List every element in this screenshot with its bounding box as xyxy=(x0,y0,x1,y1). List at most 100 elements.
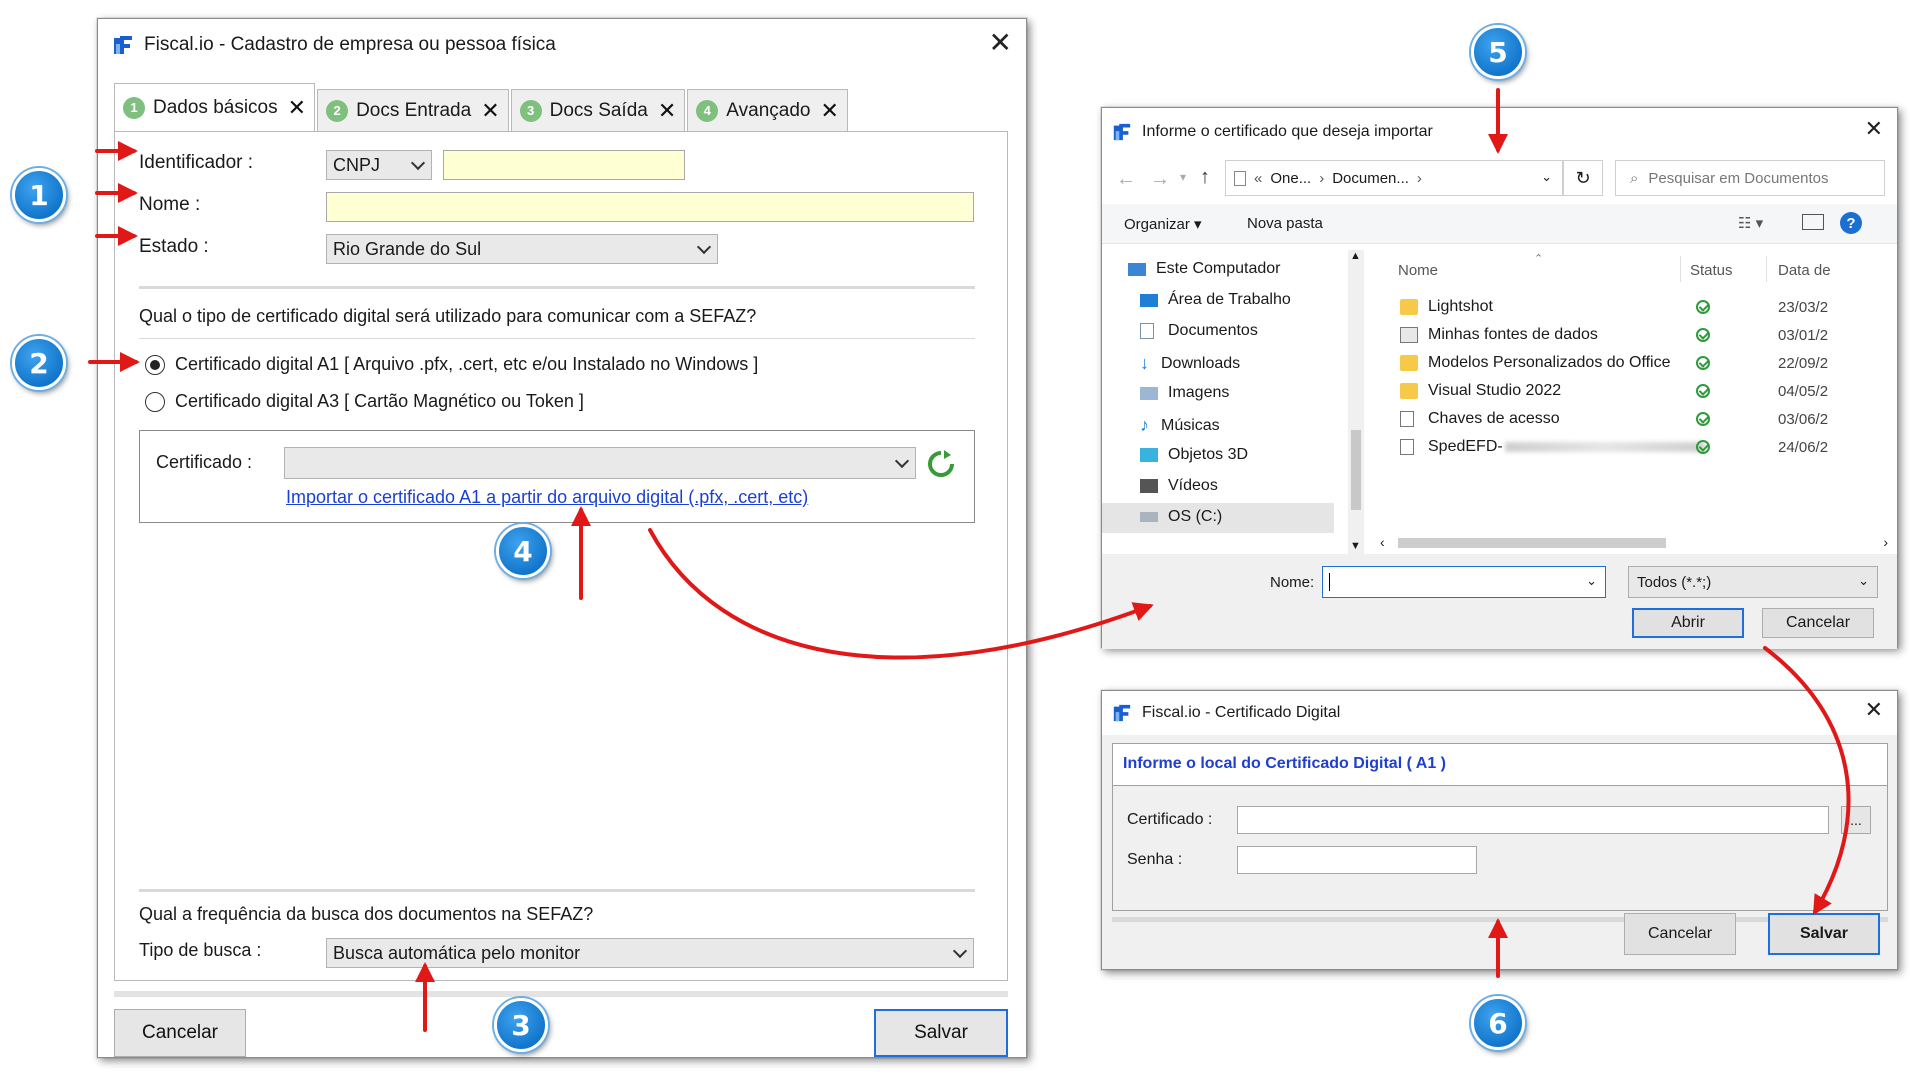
file-row[interactable]: Lightshot 23/03/2 xyxy=(1400,298,1894,316)
path-segment[interactable]: One... xyxy=(1270,170,1311,187)
nav-item-area-de-trabalho[interactable]: Área de Trabalho xyxy=(1140,291,1291,309)
tab-dados-basicos[interactable]: 1 Dados básicos ✕ xyxy=(114,83,316,131)
tab-avancado[interactable]: 4 Avançado ✕ xyxy=(687,89,848,131)
computer-icon xyxy=(1128,262,1146,276)
main-window-title: Fiscal.io - Cadastro de empresa ou pesso… xyxy=(144,34,556,55)
new-folder-button[interactable]: Nova pasta xyxy=(1247,215,1323,232)
estado-select[interactable]: Rio Grande do Sul xyxy=(326,234,718,264)
tab-close-icon[interactable]: ✕ xyxy=(820,98,838,124)
view-options-icon[interactable]: ☷ ▾ xyxy=(1738,214,1763,232)
nav-item-musicas[interactable]: ♪ Músicas xyxy=(1140,415,1220,436)
file-row[interactable]: Minhas fontes de dados 03/01/2 xyxy=(1400,326,1894,344)
preview-pane-icon[interactable] xyxy=(1802,214,1824,230)
browse-button[interactable]: ... xyxy=(1841,806,1871,834)
refresh-icon[interactable] xyxy=(926,449,956,484)
file-row[interactable]: Visual Studio 2022 04/05/2 xyxy=(1400,382,1894,400)
close-icon[interactable]: ✕ xyxy=(989,29,1012,57)
nav-scrollbar[interactable]: ▲ ▼ xyxy=(1348,250,1364,556)
column-header-date[interactable]: Data de xyxy=(1778,262,1831,279)
tab-label: Docs Saída xyxy=(549,99,648,121)
close-icon[interactable]: ✕ xyxy=(1865,118,1883,140)
path-segment: « xyxy=(1254,169,1263,187)
file-row[interactable]: Chaves de acesso 03/06/2 xyxy=(1400,410,1894,428)
identificador-input[interactable] xyxy=(443,150,685,180)
chevron-down-icon[interactable]: ⌄ xyxy=(1541,169,1552,185)
filename-input[interactable]: ⌄ xyxy=(1322,566,1606,598)
search-input[interactable]: ⌕ Pesquisar em Documentos xyxy=(1615,160,1885,196)
nav-item-objetos-3d[interactable]: Objetos 3D xyxy=(1140,446,1248,464)
step-badge-3: 3 xyxy=(494,998,548,1052)
close-icon[interactable]: ✕ xyxy=(1865,699,1883,721)
cert-form-panel: Informe o local do Certificado Digital (… xyxy=(1112,743,1888,911)
tab-docs-entrada[interactable]: 2 Docs Entrada ✕ xyxy=(317,89,509,131)
cert-heading: Informe o local do Certificado Digital (… xyxy=(1123,755,1446,772)
file-row[interactable]: Modelos Personalizados do Office 22/09/2 xyxy=(1400,354,1894,372)
downloads-icon: ↓ xyxy=(1140,353,1149,373)
file-name: Minhas fontes de dados xyxy=(1428,326,1598,343)
step-badge-1: 1 xyxy=(12,168,66,222)
nav-item-os-c[interactable]: OS (C:) xyxy=(1140,508,1222,526)
scroll-up-icon[interactable]: ▲ xyxy=(1350,250,1361,262)
scroll-down-icon[interactable]: ▼ xyxy=(1350,540,1361,552)
forward-arrow-icon[interactable]: → xyxy=(1150,168,1170,191)
radio-a3[interactable] xyxy=(145,392,165,412)
help-icon[interactable]: ? xyxy=(1840,212,1862,234)
cancel-button[interactable]: Cancelar xyxy=(1624,913,1736,955)
back-arrow-icon[interactable]: ← xyxy=(1116,168,1136,191)
nav-item-este-computador[interactable]: Este Computador xyxy=(1128,260,1281,278)
tab-docs-saida[interactable]: 3 Docs Saída ✕ xyxy=(510,89,686,131)
address-bar[interactable]: « One... › Documen... › ⌄ xyxy=(1225,160,1563,196)
up-arrow-icon[interactable]: ↑ xyxy=(1200,166,1210,189)
path-segment[interactable]: Documen... xyxy=(1332,170,1409,187)
cert-dialog-title: Fiscal.io - Certificado Digital xyxy=(1142,704,1341,721)
objects3d-icon xyxy=(1140,448,1158,462)
tipo-busca-value: Busca automática pelo monitor xyxy=(333,942,581,963)
nav-item-imagens[interactable]: Imagens xyxy=(1140,384,1229,402)
nav-item-documentos[interactable]: Documentos xyxy=(1140,322,1258,340)
document-icon xyxy=(1234,170,1246,186)
nav-item-downloads[interactable]: ↓ Downloads xyxy=(1140,353,1240,374)
identificador-type-select[interactable]: CNPJ xyxy=(326,150,432,180)
save-button[interactable]: Salvar xyxy=(1768,913,1880,955)
save-button[interactable]: Salvar xyxy=(874,1009,1008,1057)
scroll-left-icon[interactable]: ‹ xyxy=(1380,534,1385,550)
senha-input[interactable] xyxy=(1237,846,1477,874)
scrollbar-thumb[interactable] xyxy=(1398,538,1666,548)
scrollbar-thumb[interactable] xyxy=(1351,430,1361,510)
refresh-icon[interactable]: ↻ xyxy=(1563,160,1603,196)
nav-item-label: OS (C:) xyxy=(1168,508,1223,525)
recent-chevron-icon[interactable]: ▾ xyxy=(1180,170,1186,184)
open-button[interactable]: Abrir xyxy=(1632,608,1744,638)
tab-close-icon[interactable]: ✕ xyxy=(288,95,306,121)
radio-a1[interactable] xyxy=(145,355,165,375)
chevron-down-icon[interactable]: ⌄ xyxy=(1586,573,1597,589)
column-divider xyxy=(1766,256,1767,282)
nav-item-videos[interactable]: Vídeos xyxy=(1140,477,1218,495)
sync-ok-icon xyxy=(1696,440,1710,454)
tab-close-icon[interactable]: ✕ xyxy=(481,98,499,124)
step-badge-6: 6 xyxy=(1471,996,1525,1050)
cancel-button[interactable]: Cancelar xyxy=(1762,608,1874,638)
tab-close-icon[interactable]: ✕ xyxy=(658,98,676,124)
search-placeholder: Pesquisar em Documentos xyxy=(1648,169,1829,187)
chevron-down-icon xyxy=(952,943,968,959)
file-row[interactable]: SpedEFD- 24/06/2 xyxy=(1400,438,1894,456)
certificado-path-input[interactable] xyxy=(1237,806,1829,834)
nome-input[interactable] xyxy=(326,192,974,222)
text-caret xyxy=(1329,573,1330,591)
main-window: Fiscal.io - Cadastro de empresa ou pesso… xyxy=(97,18,1027,1058)
sync-ok-icon xyxy=(1696,412,1710,426)
scroll-right-icon[interactable]: › xyxy=(1883,534,1888,550)
tipo-busca-select[interactable]: Busca automática pelo monitor xyxy=(326,938,974,968)
file-type-filter-select[interactable]: Todos (*.*;) ⌄ xyxy=(1628,566,1878,598)
file-list-hscrollbar[interactable]: ‹ › xyxy=(1374,534,1892,552)
cancel-button[interactable]: Cancelar xyxy=(114,1009,246,1057)
organize-button[interactable]: Organizar ▾ xyxy=(1124,215,1202,233)
column-header-status[interactable]: Status xyxy=(1690,262,1733,279)
import-certificate-link[interactable]: Importar o certificado A1 a partir do ar… xyxy=(286,487,808,508)
freq-question: Qual a frequência da busca dos documento… xyxy=(139,904,594,924)
column-header-name[interactable]: Nome xyxy=(1398,262,1438,279)
folder-icon xyxy=(1400,355,1418,371)
tab-label: Avançado xyxy=(726,99,811,121)
certificado-select[interactable] xyxy=(284,447,916,479)
